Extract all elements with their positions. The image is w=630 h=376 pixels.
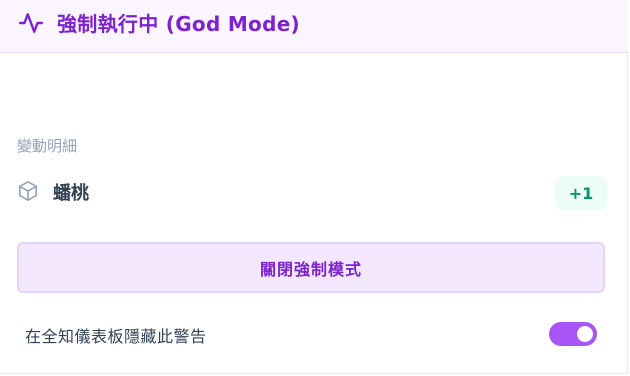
cube-icon [17, 180, 39, 202]
list-item: 蟠桃 +1 [17, 174, 607, 214]
activity-pulse-icon [18, 10, 44, 36]
item-name: 蟠桃 [53, 183, 89, 204]
section-label: 變動明細 [17, 137, 78, 155]
hide-warning-toggle[interactable] [549, 322, 597, 346]
toggle-knob [577, 326, 593, 342]
item-delta-badge: +1 [555, 176, 607, 210]
disable-god-mode-button[interactable]: 關閉強制模式 [17, 242, 605, 293]
panel-title: 強制執行中 (God Mode) [57, 12, 301, 36]
hide-warning-label: 在全知儀表板隱藏此警告 [25, 327, 207, 346]
god-mode-panel: 強制執行中 (God Mode) 變動明細 蟠桃 +1 關閉強制模式 在全知儀表… [0, 0, 628, 374]
panel-header: 強制執行中 (God Mode) [0, 0, 628, 53]
